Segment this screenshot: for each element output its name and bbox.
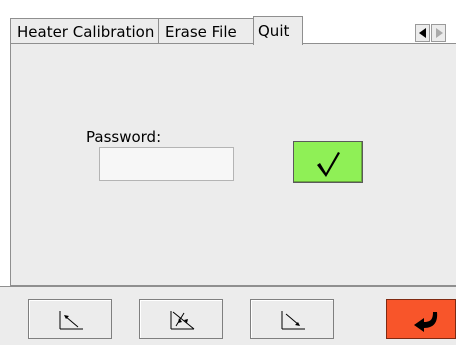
confirm-button[interactable] <box>293 141 363 183</box>
tab-label: Heater Calibration <box>17 23 155 41</box>
arrows-converge-icon <box>170 311 195 330</box>
enter-return-icon <box>414 312 438 332</box>
tab-strip: Heater Calibration Erase File Quit <box>10 16 456 45</box>
tab-scroll-right-button[interactable] <box>431 24 446 42</box>
tab-heater-calibration[interactable]: Heater Calibration <box>10 18 159 44</box>
move-up-left-button[interactable] <box>28 299 112 339</box>
arrow-up-left-icon <box>59 311 83 330</box>
tab-label: Erase File <box>165 23 237 41</box>
password-label: Password: <box>86 128 162 146</box>
converge-button[interactable] <box>139 299 223 339</box>
tab-label: Quit <box>258 22 290 40</box>
quit-panel: Password: <box>10 43 456 286</box>
tab-quit[interactable]: Quit <box>253 16 303 45</box>
tab-erase-file[interactable]: Erase File <box>158 18 254 44</box>
bottom-toolbar <box>0 286 456 345</box>
quit-screen: Heater Calibration Erase File Quit Passw… <box>0 0 456 345</box>
arrow-right-icon <box>436 28 443 38</box>
arrow-down-right-icon <box>281 311 305 330</box>
arrow-left-icon <box>419 28 426 38</box>
tab-scroll-left-button[interactable] <box>415 24 430 42</box>
tab-scroller <box>415 24 449 42</box>
checkmark-icon <box>317 152 340 177</box>
enter-button[interactable] <box>386 299 456 339</box>
password-input[interactable] <box>99 147 234 181</box>
move-down-right-button[interactable] <box>250 299 334 339</box>
